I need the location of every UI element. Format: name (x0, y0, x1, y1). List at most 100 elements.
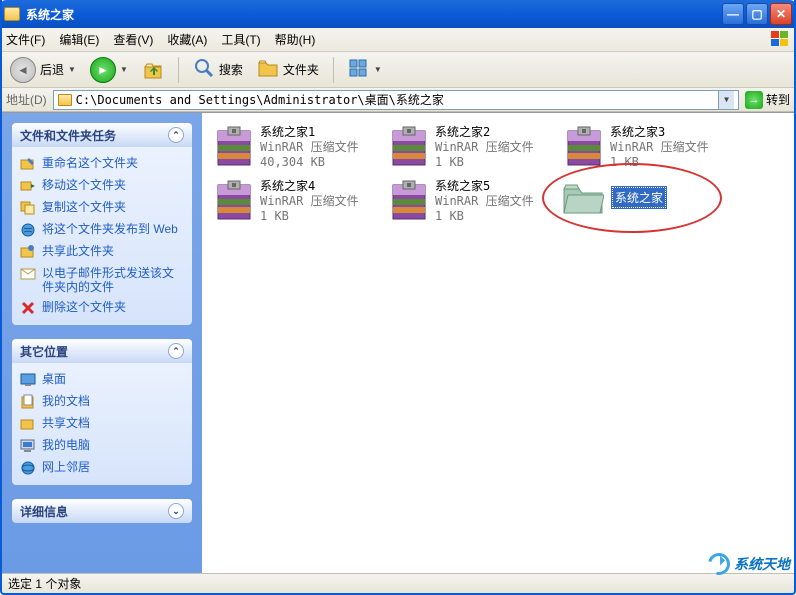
task-email[interactable]: 以电子邮件形式发送该文件夹内的文件 (20, 263, 184, 297)
file-size: 1 KB (610, 155, 735, 170)
file-size: 1 KB (435, 155, 560, 170)
forward-dropdown-icon: ▼ (120, 65, 128, 74)
collapse-icon[interactable]: ⌃ (168, 127, 184, 143)
file-name: 系统之家5 (435, 179, 560, 194)
network-icon (20, 460, 36, 476)
file-size: 1 KB (260, 209, 385, 224)
go-icon: → (745, 91, 763, 109)
place-network[interactable]: 网上邻居 (20, 457, 184, 479)
task-copy[interactable]: 复制这个文件夹 (20, 197, 184, 219)
email-icon (20, 266, 36, 282)
file-name: 系统之家2 (435, 125, 560, 140)
address-bar: 地址(D) C:\Documents and Settings\Administ… (0, 88, 796, 112)
file-item[interactable]: 系统之家1WinRAR 压缩文件40,304 KB (212, 123, 387, 177)
file-item[interactable]: 系统之家4WinRAR 压缩文件1 KB (212, 177, 387, 231)
go-button[interactable]: → 转到 (745, 91, 790, 109)
file-item[interactable]: 系统之家2WinRAR 压缩文件1 KB (387, 123, 562, 177)
rename-icon (20, 156, 36, 172)
places-panel: 其它位置 ⌃ 桌面 我的文档 共享文档 我的电脑 网上邻居 (12, 339, 192, 485)
task-publish[interactable]: 将这个文件夹发布到 Web (20, 219, 184, 241)
address-folder-icon (58, 94, 72, 106)
menu-help[interactable]: 帮助(H) (275, 31, 316, 48)
close-button[interactable]: ✕ (770, 3, 792, 25)
search-label: 搜索 (219, 61, 243, 78)
file-type: WinRAR 压缩文件 (435, 140, 560, 155)
menu-tools[interactable]: 工具(T) (221, 31, 260, 48)
file-name: 系统之家4 (260, 179, 385, 194)
windows-flag-icon (770, 30, 790, 48)
views-icon (348, 57, 370, 82)
task-share[interactable]: 共享此文件夹 (20, 241, 184, 263)
archive-icon (389, 179, 429, 223)
file-name: 系统之家3 (610, 125, 735, 140)
collapse-icon[interactable]: ⌃ (168, 343, 184, 359)
file-size: 1 KB (435, 209, 560, 224)
place-shared[interactable]: 共享文档 (20, 413, 184, 435)
back-icon: ◄ (10, 57, 36, 83)
back-button[interactable]: ◄ 后退 ▼ (6, 55, 80, 85)
copy-icon (20, 200, 36, 216)
place-mycomputer[interactable]: 我的电脑 (20, 435, 184, 457)
toolbar-separator (333, 57, 334, 83)
folder-icon (4, 7, 20, 21)
file-name: 系统之家1 (260, 125, 385, 140)
documents-icon (20, 394, 36, 410)
up-icon (142, 59, 164, 81)
delete-icon (20, 300, 36, 316)
folders-button[interactable]: 文件夹 (253, 55, 323, 84)
address-path: C:\Documents and Settings\Administrator\… (76, 91, 718, 108)
go-label: 转到 (766, 91, 790, 108)
back-dropdown-icon: ▼ (68, 65, 76, 74)
shared-icon (20, 416, 36, 432)
file-type: WinRAR 压缩文件 (260, 194, 385, 209)
tasks-panel-header[interactable]: 文件和文件夹任务 ⌃ (12, 123, 192, 147)
desktop-icon (20, 372, 36, 388)
task-rename[interactable]: 重命名这个文件夹 (20, 153, 184, 175)
menu-view[interactable]: 查看(V) (113, 31, 153, 48)
address-input[interactable]: C:\Documents and Settings\Administrator\… (53, 90, 739, 110)
address-label: 地址(D) (6, 91, 47, 108)
file-item[interactable]: 系统之家3WinRAR 压缩文件1 KB (562, 123, 737, 177)
place-desktop[interactable]: 桌面 (20, 369, 184, 391)
file-type: WinRAR 压缩文件 (435, 194, 560, 209)
views-button[interactable]: ▼ (344, 55, 386, 84)
window-title: 系统之家 (26, 6, 722, 23)
archive-icon (564, 125, 604, 169)
toolbar: ◄ 后退 ▼ ► ▼ 搜索 文件夹 ▼ (0, 52, 796, 88)
file-view[interactable]: 系统之家1WinRAR 压缩文件40,304 KB系统之家2WinRAR 压缩文… (202, 113, 794, 573)
archive-icon (214, 179, 254, 223)
views-dropdown-icon: ▼ (374, 65, 382, 74)
forward-button[interactable]: ► ▼ (86, 55, 132, 85)
new-folder-item[interactable]: 系统之家 (562, 179, 666, 215)
search-button[interactable]: 搜索 (189, 55, 247, 84)
search-icon (193, 57, 215, 82)
address-dropdown-icon[interactable]: ▼ (718, 91, 734, 109)
tasks-panel: 文件和文件夹任务 ⌃ 重命名这个文件夹 移动这个文件夹 复制这个文件夹 将这个文… (12, 123, 192, 325)
task-delete[interactable]: 删除这个文件夹 (20, 297, 184, 319)
file-item[interactable]: 系统之家5WinRAR 压缩文件1 KB (387, 177, 562, 231)
forward-icon: ► (90, 57, 116, 83)
folders-icon (257, 57, 279, 82)
toolbar-separator (178, 57, 179, 83)
archive-icon (214, 125, 254, 169)
back-label: 后退 (40, 61, 64, 78)
expand-icon[interactable]: ⌄ (168, 503, 184, 519)
folder-icon (562, 179, 604, 215)
place-mydocs[interactable]: 我的文档 (20, 391, 184, 413)
details-panel-header[interactable]: 详细信息 ⌄ (12, 499, 192, 523)
menu-favorites[interactable]: 收藏(A) (167, 31, 207, 48)
task-move[interactable]: 移动这个文件夹 (20, 175, 184, 197)
places-title: 其它位置 (20, 343, 68, 360)
file-size: 40,304 KB (260, 155, 385, 170)
up-button[interactable] (138, 57, 168, 83)
maximize-button[interactable]: ▢ (746, 3, 768, 25)
status-bar: 选定 1 个对象 (2, 573, 794, 593)
new-folder-label[interactable]: 系统之家 (612, 187, 666, 208)
title-bar: 系统之家 — ▢ ✕ (0, 0, 796, 28)
places-panel-header[interactable]: 其它位置 ⌃ (12, 339, 192, 363)
minimize-button[interactable]: — (722, 3, 744, 25)
menu-file[interactable]: 文件(F) (6, 31, 45, 48)
publish-icon (20, 222, 36, 238)
menu-edit[interactable]: 编辑(E) (59, 31, 99, 48)
folders-label: 文件夹 (283, 61, 319, 78)
